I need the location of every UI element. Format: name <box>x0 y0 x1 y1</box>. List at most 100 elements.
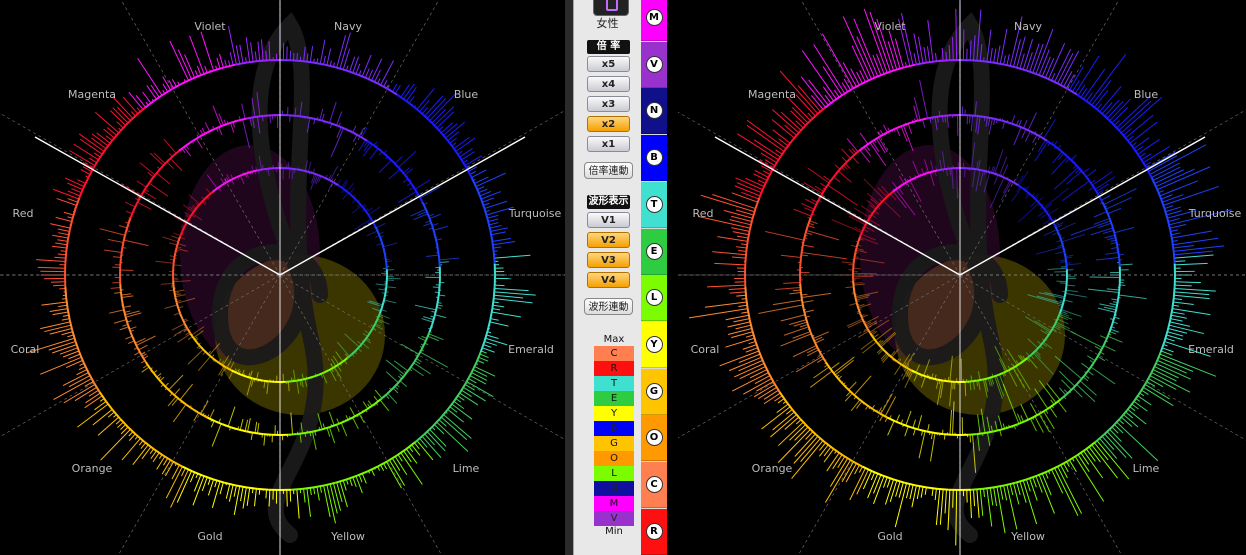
color-button-letter: O <box>645 429 663 447</box>
spectrum-bar <box>973 489 976 507</box>
spectrum-bar <box>1076 384 1096 403</box>
color-label-blue: Blue <box>1134 88 1159 101</box>
waveform-button-V4[interactable]: V4 <box>587 272 630 288</box>
spectrum-bar <box>183 146 192 157</box>
waveform-button-V1[interactable]: V1 <box>587 212 630 228</box>
spectrum-bar <box>870 472 876 481</box>
ring-segment <box>222 121 231 127</box>
spectrum-bar <box>44 324 72 333</box>
spectrum-bar <box>59 347 78 355</box>
spectrum-bar <box>143 190 157 200</box>
spectrum-bar <box>51 245 67 249</box>
spectrum-bar <box>1090 366 1116 385</box>
color-button-N[interactable]: N <box>641 88 667 135</box>
spectrum-bar <box>1041 473 1052 496</box>
spectrum-bar <box>241 103 246 119</box>
spectrum-bar <box>1086 169 1097 178</box>
ring-segment <box>172 258 176 264</box>
color-button-L[interactable]: L <box>641 275 667 322</box>
spectrum-bar <box>1051 156 1069 175</box>
spectrum-bar <box>471 372 488 381</box>
spectrum-bar <box>778 421 804 446</box>
spectrum-bar <box>1002 121 1006 129</box>
magnification-link-button[interactable]: 倍率連動 <box>584 162 633 179</box>
spectrum-bar <box>780 111 802 131</box>
waveform-button-V3[interactable]: V3 <box>587 252 630 268</box>
ring-segment <box>199 345 206 352</box>
ring-segment <box>230 426 239 431</box>
ring-segment <box>175 241 180 248</box>
magnification-button-x1[interactable]: x1 <box>587 136 630 152</box>
magnification-button-x2[interactable]: x2 <box>587 116 630 132</box>
spectrum-bar <box>119 326 129 331</box>
color-button-M[interactable]: M <box>641 0 667 41</box>
ring-segment <box>800 241 805 251</box>
ring-segment <box>414 107 425 116</box>
spectrum-bar <box>934 488 937 501</box>
spectrum-bar <box>1013 126 1022 146</box>
color-label-navy: Navy <box>334 20 362 33</box>
spectrum-bar <box>1053 166 1079 190</box>
color-button-C[interactable]: C <box>641 462 667 508</box>
magnification-button-x3[interactable]: x3 <box>587 96 630 112</box>
ring-segment <box>1169 230 1174 242</box>
ring-segment <box>842 454 854 463</box>
magnification-button-x5[interactable]: x5 <box>587 56 630 72</box>
color-button-T[interactable]: T <box>641 181 667 228</box>
legend-swatch-V: V <box>594 511 634 526</box>
ring-segment <box>179 312 184 319</box>
spectrum-bar <box>1133 400 1148 412</box>
spectrum-bar <box>67 198 78 203</box>
waveform-header: 波形表示 <box>587 195 630 209</box>
spectrum-bar <box>845 286 854 289</box>
waveform-button-V2[interactable]: V2 <box>587 232 630 248</box>
color-button-letter: N <box>645 102 663 120</box>
spectrum-bar <box>142 91 152 104</box>
spectrum-bar <box>403 450 412 463</box>
ring-segment <box>1062 247 1066 253</box>
color-button-B[interactable]: B <box>641 135 667 182</box>
spectrum-bar <box>758 304 803 314</box>
spectrum-bar <box>349 478 353 487</box>
color-button-G[interactable]: G <box>641 368 667 415</box>
spectrum-bar <box>945 51 947 61</box>
spectrum-bar <box>148 182 169 197</box>
spectrum-bar <box>778 138 789 147</box>
spectrum-bar <box>383 80 388 87</box>
ring-segment <box>64 252 68 264</box>
spectrum-bar <box>289 489 292 502</box>
ring-segment <box>792 130 801 141</box>
ring-segment <box>174 247 178 253</box>
ring-segment <box>257 378 264 382</box>
ring-segment <box>335 66 347 72</box>
spectrum-bar <box>912 428 916 436</box>
waveform-link-button[interactable]: 波形連動 <box>584 298 633 315</box>
spectrum-bar <box>1172 237 1219 246</box>
spectrum-bar <box>731 256 746 259</box>
ring-segment <box>332 181 339 187</box>
spectrum-bar <box>1104 234 1116 239</box>
spectrum-bar <box>969 115 971 124</box>
spectrum-bar <box>1022 480 1038 525</box>
spectrum-bar <box>902 125 914 152</box>
color-button-V[interactable]: V <box>641 41 667 88</box>
spectrum-bar <box>1135 145 1144 152</box>
color-button-Y[interactable]: Y <box>641 321 667 368</box>
spectrum-bar <box>776 403 789 413</box>
ring-segment <box>384 286 388 292</box>
ring-segment <box>71 208 77 220</box>
spectrum-bar <box>732 231 749 236</box>
ring-segment <box>288 433 297 436</box>
magnification-button-x4[interactable]: x4 <box>587 76 630 92</box>
spectrum-bar <box>813 44 846 94</box>
legend-swatch-Y: Y <box>594 406 634 421</box>
spectrum-bar <box>494 288 529 292</box>
spectrum-bar <box>67 334 74 338</box>
color-button-O[interactable]: O <box>641 415 667 462</box>
gender-toggle-button[interactable] <box>593 0 629 16</box>
color-button-R[interactable]: R <box>641 508 667 555</box>
spectrum-bar <box>863 146 872 157</box>
color-button-E[interactable]: E <box>641 228 667 275</box>
ring-segment <box>1115 299 1120 309</box>
spectrum-bar <box>141 446 152 460</box>
